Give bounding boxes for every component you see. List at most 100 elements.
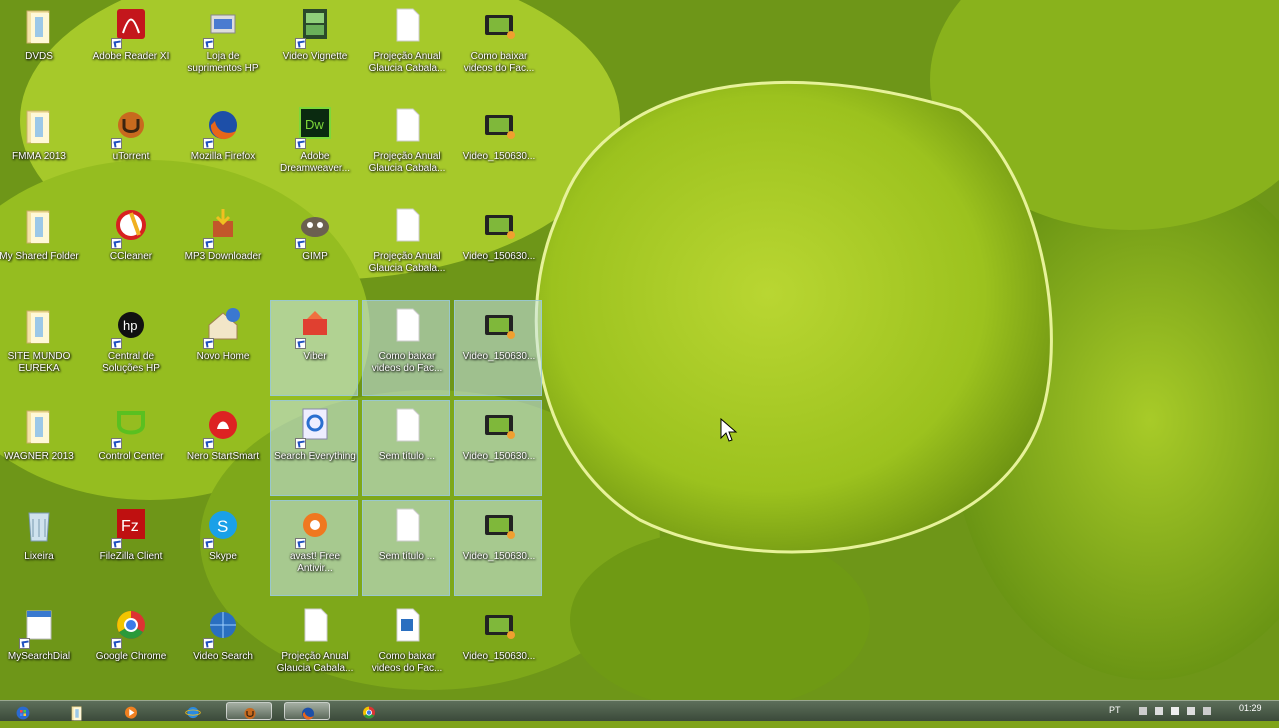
video-file-icon bbox=[481, 305, 517, 347]
desktop-icon[interactable]: Video Search bbox=[178, 600, 266, 696]
shortcut-arrow-icon bbox=[295, 538, 306, 549]
desktop-icon[interactable]: uTorrent bbox=[86, 100, 174, 196]
desktop-icon-label: Projeção Anual Glaucia Cabala... bbox=[368, 151, 446, 174]
desktop-icon[interactable]: Mozilla Firefox bbox=[178, 100, 266, 196]
desktop-icon[interactable]: Viber bbox=[270, 300, 358, 396]
desktop-icon[interactable]: avast! Free Antivir... bbox=[270, 500, 358, 596]
desktop-icon-label: Nero StartSmart bbox=[186, 451, 260, 462]
desktop-icon-label: CCleaner bbox=[109, 251, 153, 262]
desktop-icon[interactable]: Dw Adobe Dreamweaver... bbox=[270, 100, 358, 196]
desktop-icon[interactable]: Video_150630... bbox=[454, 100, 542, 196]
tray-extra-icon bbox=[1203, 707, 1211, 715]
video-file-icon bbox=[481, 605, 517, 647]
desktop-icon[interactable]: Lixeira bbox=[0, 500, 82, 596]
skype-icon: S bbox=[203, 505, 241, 549]
desktop-icon-label: Viber bbox=[303, 351, 327, 362]
desktop-icon[interactable]: Projeção Anual Glaucia Cabala... bbox=[270, 600, 358, 696]
taskbar-chrome[interactable] bbox=[346, 702, 392, 720]
shortcut-arrow-icon bbox=[111, 238, 122, 249]
desktop-icon-label: Como baixar videos do Fac... bbox=[371, 651, 443, 674]
start-button[interactable] bbox=[0, 702, 46, 720]
desktop-icon[interactable]: Video Vignette bbox=[270, 0, 358, 96]
shortcut-arrow-icon bbox=[111, 538, 122, 549]
folder-icon bbox=[21, 305, 57, 347]
desktop-icon-label: Projeção Anual Glaucia Cabala... bbox=[368, 251, 446, 274]
desktop-icon[interactable]: Projeção Anual Glaucia Cabala... bbox=[362, 100, 450, 196]
desktop-icon[interactable]: Novo Home bbox=[178, 300, 266, 396]
desktop-icon-label: My Shared Folder bbox=[0, 251, 79, 262]
home-icon bbox=[203, 305, 241, 349]
language-indicator[interactable]: PT bbox=[1109, 705, 1121, 715]
document-icon bbox=[389, 5, 425, 47]
desktop-icon[interactable]: WAGNER 2013 bbox=[0, 400, 82, 496]
desktop-icon-label: Projeção Anual Glaucia Cabala... bbox=[368, 51, 446, 74]
desktop-icon[interactable]: Search Everything bbox=[270, 400, 358, 496]
desktop-icon-label: DVDS bbox=[25, 51, 53, 62]
mouse-cursor-icon bbox=[720, 418, 738, 442]
desktop-icon[interactable]: MySearchDial bbox=[0, 600, 82, 696]
desktop-icon[interactable]: GIMP bbox=[270, 200, 358, 296]
folder-icon bbox=[21, 5, 57, 47]
ie-icon bbox=[184, 704, 202, 720]
system-tray: PT 01:29 bbox=[1049, 701, 1279, 721]
desktop-icon[interactable]: Video_150630... bbox=[454, 400, 542, 496]
tray-icons bbox=[1139, 707, 1211, 715]
shortcut-arrow-icon bbox=[203, 38, 214, 49]
shortcut-arrow-icon bbox=[295, 138, 306, 149]
clock[interactable]: 01:29 bbox=[1239, 703, 1262, 713]
desktop-icon[interactable]: Sem título ... bbox=[362, 400, 450, 496]
svg-text:Dw: Dw bbox=[305, 117, 324, 132]
desktop-icon[interactable]: Como baixar videos do Fac... bbox=[362, 300, 450, 396]
desktop-icon[interactable]: Control Center bbox=[86, 400, 174, 496]
shortcut-arrow-icon bbox=[111, 138, 122, 149]
desktop-icon[interactable]: Video_150630... bbox=[454, 500, 542, 596]
desktop-icon[interactable]: Fz FileZilla Client bbox=[86, 500, 174, 596]
shortcut-arrow-icon bbox=[295, 438, 306, 449]
shortcut-arrow-icon bbox=[19, 638, 30, 649]
desktop-icon[interactable]: Sem título ... bbox=[362, 500, 450, 596]
desktop-icon[interactable]: Como baixar videos do Fac... bbox=[362, 600, 450, 696]
taskbar-media-player[interactable] bbox=[108, 702, 154, 720]
taskbar-explorer[interactable] bbox=[54, 702, 100, 721]
desktop-icon[interactable]: Video_150630... bbox=[454, 200, 542, 296]
desktop-icon-label: Sem título ... bbox=[378, 451, 436, 462]
globe-search-icon bbox=[203, 605, 241, 649]
taskbar-internet-explorer[interactable] bbox=[170, 702, 216, 720]
desktop-icon-label: Video_150630... bbox=[462, 651, 536, 662]
desktop-icon[interactable]: Projeção Anual Glaucia Cabala... bbox=[362, 200, 450, 296]
search-app-icon bbox=[295, 405, 333, 449]
document-icon bbox=[389, 105, 425, 147]
desktop-icon-label: Video_150630... bbox=[462, 551, 536, 562]
desktop-icon-label: Mozilla Firefox bbox=[190, 151, 256, 162]
desktop-icon[interactable]: DVDS bbox=[0, 0, 82, 96]
desktop-icon-label: FMMA 2013 bbox=[12, 151, 66, 162]
desktop-icon[interactable]: Adobe Reader XI bbox=[86, 0, 174, 96]
taskbar-utorrent[interactable] bbox=[226, 702, 272, 720]
shortcut-arrow-icon bbox=[203, 238, 214, 249]
desktop-icon-label: Google Chrome bbox=[95, 651, 167, 662]
desktop-icon-label: Como baixar videos do Fac... bbox=[371, 351, 443, 374]
desktop-icon-label: SITE MUNDO EUREKA bbox=[7, 351, 71, 374]
desktop-icon[interactable]: CCleaner bbox=[86, 200, 174, 296]
desktop-icon-label: Adobe Reader XI bbox=[92, 51, 170, 62]
desktop-icon[interactable]: My Shared Folder bbox=[0, 200, 82, 296]
desktop-icon[interactable]: Loja de suprimentos HP bbox=[178, 0, 266, 96]
video-file-icon bbox=[481, 405, 517, 447]
desktop-icon[interactable]: FMMA 2013 bbox=[0, 100, 82, 196]
desktop-icon[interactable]: Google Chrome bbox=[86, 600, 174, 696]
desktop-icon[interactable]: Video_150630... bbox=[454, 300, 542, 396]
desktop-icon[interactable]: Projeção Anual Glaucia Cabala... bbox=[362, 0, 450, 96]
desktop-icon[interactable]: Como baixar videos do Fac... bbox=[454, 0, 542, 96]
video-file-icon bbox=[481, 205, 517, 247]
video-file-icon bbox=[481, 505, 517, 547]
utorrent-icon bbox=[241, 705, 259, 721]
desktop-icon[interactable]: S Skype bbox=[178, 500, 266, 596]
desktop-icon[interactable]: MP3 Downloader bbox=[178, 200, 266, 296]
video-file-icon bbox=[481, 105, 517, 147]
taskbar-firefox[interactable] bbox=[284, 702, 330, 720]
desktop-icon[interactable]: Nero StartSmart bbox=[178, 400, 266, 496]
desktop-icon[interactable]: hp Central de Soluções HP bbox=[86, 300, 174, 396]
shortcut-arrow-icon bbox=[203, 638, 214, 649]
desktop-icon[interactable]: SITE MUNDO EUREKA bbox=[0, 300, 82, 396]
desktop-icon[interactable]: Video_150630... bbox=[454, 600, 542, 696]
